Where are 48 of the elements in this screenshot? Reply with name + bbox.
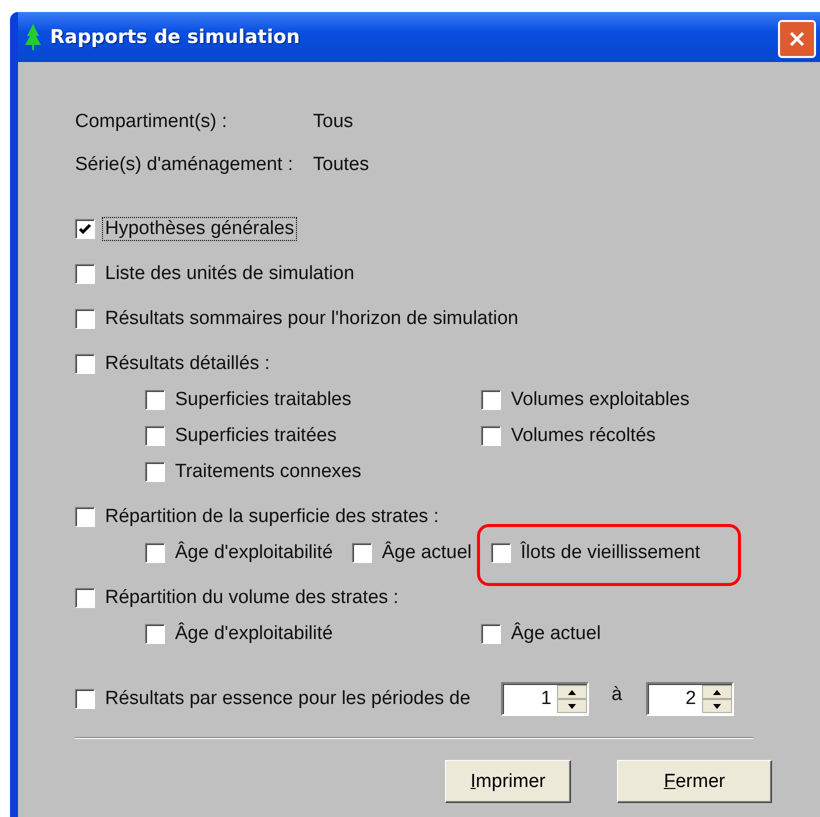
- field-value: Tous: [313, 111, 354, 133]
- tree-icon: [24, 24, 42, 50]
- window-title: Rapports de simulation: [50, 26, 300, 48]
- checkbox-label[interactable]: Volumes exploitables: [508, 388, 692, 412]
- checkbox-label[interactable]: Îlots de vieillissement: [518, 541, 704, 565]
- field-label: Compartiment(s) :: [75, 111, 228, 133]
- checkbox-label[interactable]: Hypothèses générales: [102, 217, 298, 241]
- checkmark-icon: [78, 222, 92, 236]
- checkbox-label[interactable]: Volumes récoltés: [508, 424, 659, 448]
- checkbox-label[interactable]: Superficies traitables: [172, 388, 354, 412]
- number-spinner[interactable]: 1: [501, 682, 590, 716]
- field-label: Série(s) d'aménagement :: [75, 154, 294, 176]
- number-spinner[interactable]: 2: [646, 682, 734, 716]
- dialog-button[interactable]: Imprimer: [445, 760, 571, 803]
- checkbox[interactable]: [481, 426, 501, 446]
- checkbox-label[interactable]: Traitements connexes: [172, 460, 364, 484]
- checkbox-label[interactable]: Résultats sommaires pour l'horizon de simulation: [102, 307, 522, 331]
- checkbox-label[interactable]: Âge actuel: [378, 541, 475, 565]
- checkbox-label[interactable]: Résultats par essence pour les périodes de: [102, 687, 474, 711]
- checkbox-label[interactable]: Liste des unités de simulation: [102, 262, 358, 286]
- range-separator: à: [611, 684, 622, 706]
- checkbox[interactable]: [481, 390, 501, 410]
- checkbox[interactable]: [490, 543, 511, 563]
- field-value: Toutes: [313, 154, 370, 176]
- checkbox[interactable]: [145, 624, 165, 644]
- checkbox[interactable]: [75, 507, 95, 527]
- checkbox[interactable]: [75, 219, 95, 239]
- checkbox[interactable]: [145, 462, 165, 482]
- checkbox-label[interactable]: Répartition de la superficie des strates :: [102, 505, 442, 529]
- checkbox-label[interactable]: Répartition du volume des strates :: [102, 586, 402, 610]
- checkbox[interactable]: [145, 543, 165, 563]
- checkbox[interactable]: [481, 624, 501, 644]
- checkbox[interactable]: [75, 588, 95, 608]
- checkbox-label[interactable]: Superficies traitées: [172, 424, 340, 448]
- checkbox[interactable]: [75, 354, 95, 374]
- checkbox[interactable]: [145, 426, 165, 446]
- close-icon: [787, 29, 807, 49]
- checkbox-label[interactable]: Âge actuel: [508, 622, 604, 646]
- checkbox-label[interactable]: Âge d'exploitabilité: [172, 622, 336, 646]
- checkbox-label[interactable]: Âge d'exploitabilité: [172, 541, 336, 565]
- dialog-button[interactable]: Fermer: [617, 760, 772, 803]
- checkbox[interactable]: [145, 390, 165, 410]
- checkbox[interactable]: [352, 543, 372, 563]
- checkbox-label[interactable]: Résultats détaillés :: [102, 352, 273, 376]
- checkbox[interactable]: [75, 689, 95, 709]
- checkbox[interactable]: [75, 264, 95, 284]
- close-button[interactable]: [778, 20, 816, 58]
- checkbox[interactable]: [75, 309, 95, 329]
